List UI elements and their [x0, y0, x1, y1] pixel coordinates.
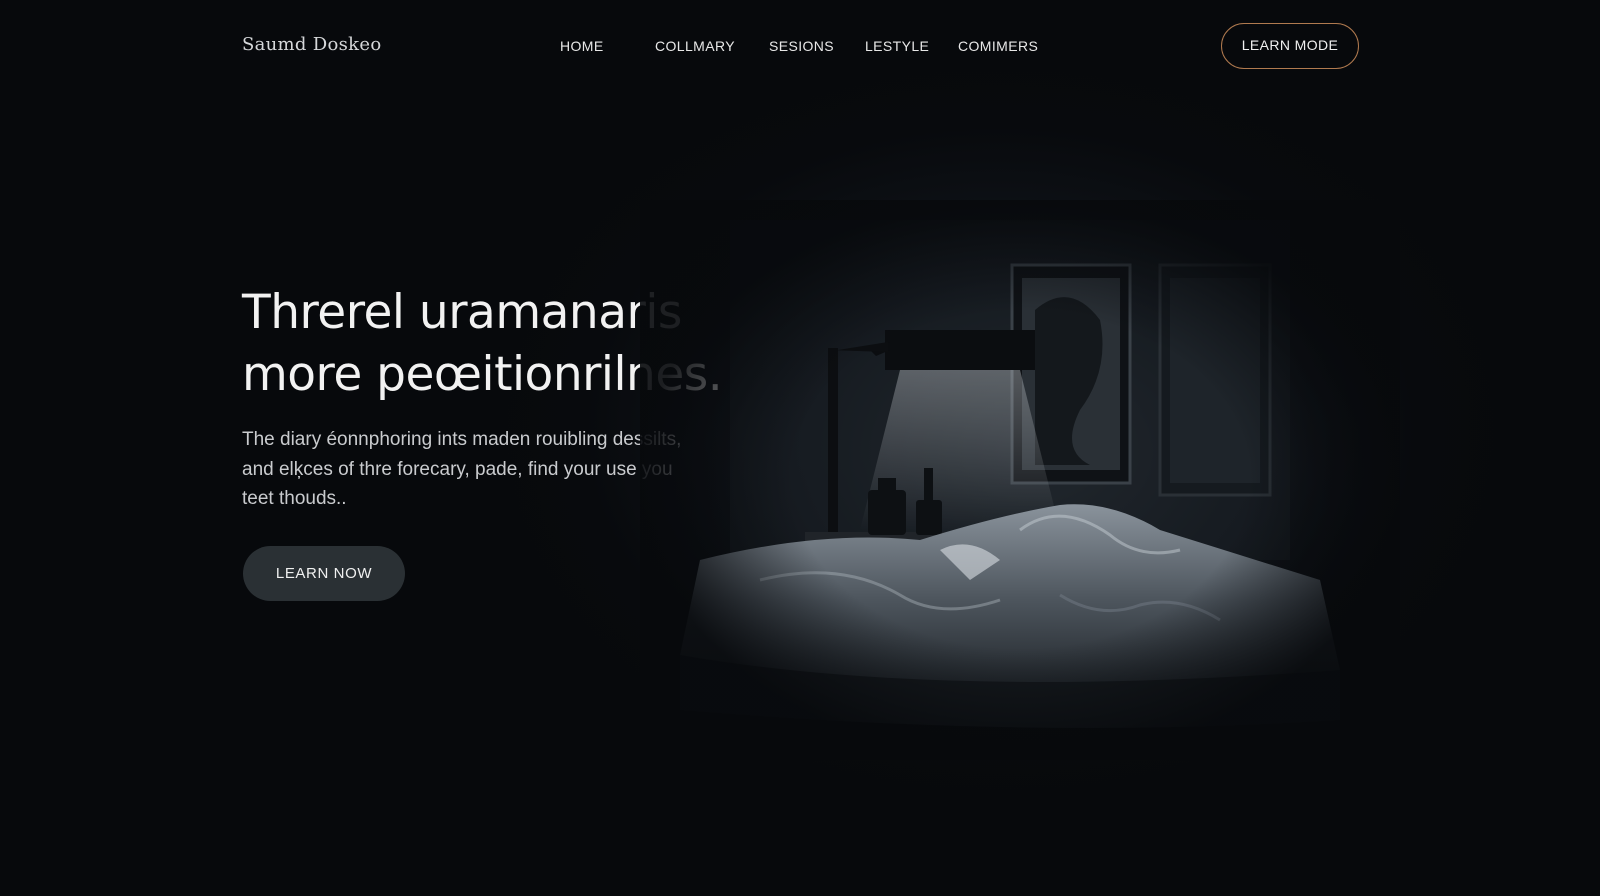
nav-item-home[interactable]: HOME: [560, 38, 604, 54]
learn-now-button[interactable]: LEARN NOW: [243, 546, 405, 601]
bedroom-scene-image: [640, 200, 1400, 760]
learn-mode-button[interactable]: LEARN MODE: [1221, 23, 1359, 69]
nav-item-comimers[interactable]: COMIMERS: [958, 38, 1038, 54]
landing-page: Saumd Doskeo HOME COLLMARY SESIONS LESTY…: [0, 0, 1600, 896]
nav-item-sesions[interactable]: SESIONS: [769, 38, 834, 54]
nav-item-collmary[interactable]: COLLMARY: [655, 38, 735, 54]
nav-item-lestyle[interactable]: LESTYLE: [865, 38, 929, 54]
site-logo[interactable]: Saumd Doskeo: [242, 34, 381, 55]
site-header: Saumd Doskeo HOME COLLMARY SESIONS LESTY…: [0, 0, 1600, 94]
